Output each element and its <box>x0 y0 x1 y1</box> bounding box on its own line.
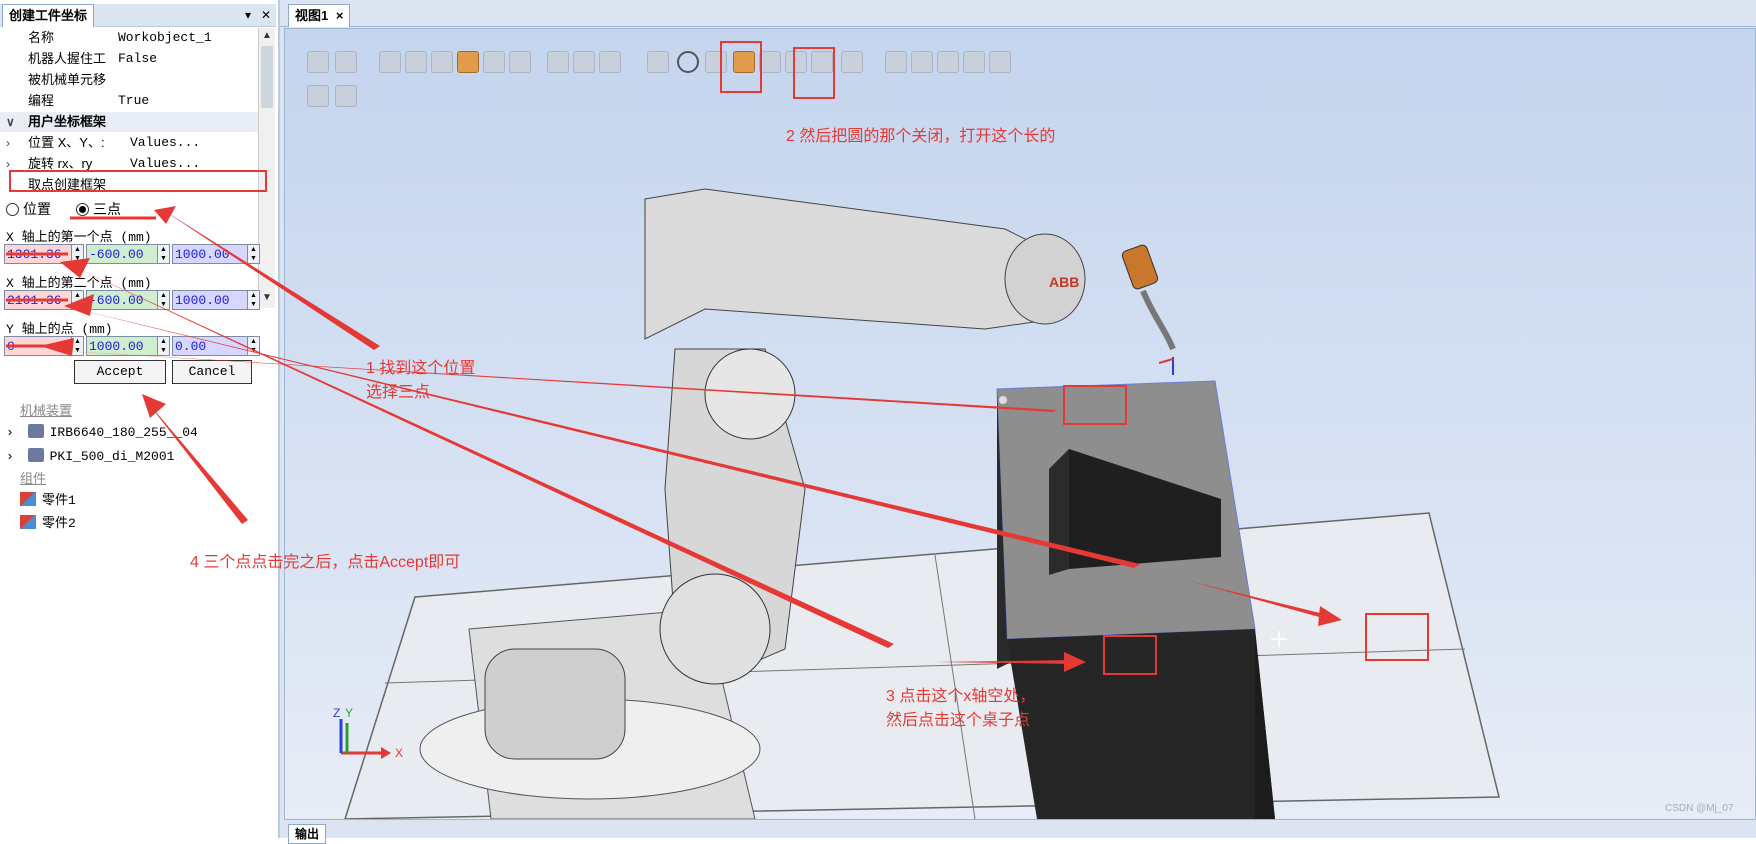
y-label: Y 轴上的点 (mm) <box>6 322 113 337</box>
tree-item-robot[interactable]: › IRB6640_180_255__04 <box>6 422 198 444</box>
scroll-thumb[interactable] <box>261 46 273 108</box>
panel-title[interactable]: 创建工件坐标 <box>2 4 95 27</box>
spinner-icon[interactable]: ▲ ▼ <box>72 244 84 264</box>
prop-row-pick-points[interactable]: 取点创建框架 <box>0 175 258 195</box>
axis-z-label: Z <box>333 706 340 720</box>
tab-close-icon[interactable]: × <box>336 8 344 23</box>
spinner-icon[interactable]: ▲ ▼ <box>248 336 260 356</box>
part-icon <box>20 492 36 506</box>
prop-key: 机器人握住工 <box>28 51 107 66</box>
robot-brand-logo: ABB <box>1049 274 1079 290</box>
tcp-axis <box>1158 358 1174 364</box>
prop-row-robot-holds[interactable]: 机器人握住工 False <box>0 49 258 69</box>
expand-chevron-icon[interactable]: › <box>6 154 10 174</box>
robot-joint-1 <box>659 573 771 685</box>
create-workobject-panel: 创建工件坐标 ▾ ✕ 名称 Workobject_1 机器人握住工 False … <box>0 0 280 838</box>
prop-value[interactable]: Workobject_1 <box>118 28 212 48</box>
prop-value[interactable]: True <box>118 91 149 111</box>
robot-motor <box>484 648 626 760</box>
section-title: 用户坐标框架 <box>28 114 107 129</box>
view-tab-bar: 视图1 × <box>280 4 1756 27</box>
robot-icon <box>27 424 44 438</box>
x1-y-field[interactable]: -600.00 <box>86 244 158 264</box>
spinner-icon[interactable]: ▲ ▼ <box>72 336 84 356</box>
welding-torch <box>1121 244 1159 290</box>
panel-header: 创建工件坐标 ▾ ✕ <box>0 4 276 27</box>
spinner-icon[interactable]: ▲ ▼ <box>72 290 84 310</box>
prop-row-moved-by[interactable]: 被机械单元移 <box>0 70 258 90</box>
radio-three-points-label: 三点 <box>93 201 121 217</box>
spinner-icon[interactable]: ▲ ▼ <box>248 290 260 310</box>
x2-z-field[interactable]: 1000.00 <box>172 290 248 310</box>
prop-key: 编程 <box>28 93 55 108</box>
x1-x-field[interactable]: 1301.36 <box>4 244 72 264</box>
prop-row-name[interactable]: 名称 Workobject_1 <box>0 28 258 48</box>
torch-neck <box>1140 289 1176 351</box>
tree-item-part2[interactable]: 零件2 <box>20 513 76 535</box>
prop-key: 取点创建框架 <box>28 177 107 192</box>
x1-label: X 轴上的第一个点 (mm) <box>6 230 152 245</box>
x2-label: X 轴上的第二个点 (mm) <box>6 276 152 291</box>
table-corner-point <box>999 396 1007 404</box>
prop-key: 被机械单元移 <box>28 72 107 87</box>
annotation-step1-line2: 选择三点 <box>366 384 431 401</box>
radio-position[interactable]: 位置 <box>6 200 51 218</box>
annotation-step3-line1: 3 点击这个x轴空处， <box>886 688 1036 705</box>
scroll-up-icon[interactable]: ▲ <box>259 28 275 44</box>
tree-item-part1[interactable]: 零件1 <box>20 490 76 512</box>
radio-on-icon[interactable] <box>76 203 89 216</box>
annotation-step3-line2: 然后点击这个桌子点 <box>886 712 1031 729</box>
prop-key: 名称 <box>28 30 55 45</box>
radio-off-icon[interactable] <box>6 203 19 216</box>
spinner-icon[interactable]: ▲ ▼ <box>158 244 170 264</box>
table-step-side <box>1049 449 1069 575</box>
expand-chevron-icon[interactable]: › <box>6 425 14 440</box>
y-y-field[interactable]: 1000.00 <box>86 336 158 356</box>
annotation-step1-line1: 1 找到这个位置 <box>366 360 476 377</box>
panel-menu-icon[interactable]: ▾ <box>240 6 256 24</box>
x2-y-field[interactable]: -600.00 <box>86 290 158 310</box>
robot-upper-arm <box>644 188 1056 340</box>
tab-output[interactable]: 输出 <box>288 824 327 844</box>
expand-chevron-icon[interactable]: › <box>6 133 10 153</box>
scroll-down-icon[interactable]: ▼ <box>259 290 275 306</box>
accept-button[interactable]: Accept <box>74 360 166 384</box>
prop-value[interactable]: Values... <box>130 154 200 174</box>
axis-y-label: Y <box>345 706 353 720</box>
radio-position-label: 位置 <box>23 201 51 217</box>
tree-item-tool[interactable]: › PKI_500_di_M2001 <box>6 446 174 468</box>
table-front-face <box>1007 629 1275 819</box>
tool-icon <box>27 448 44 462</box>
spinner-icon[interactable]: ▲ ▼ <box>158 336 170 356</box>
section-user-frame[interactable]: ∨ 用户坐标框架 <box>0 112 258 132</box>
annotation-step2: 2 然后把圆的那个关闭，打开这个长的 <box>786 128 1056 145</box>
prop-key: 旋转 rx、ry <box>28 156 93 171</box>
y-z-field[interactable]: 0.00 <box>172 336 248 356</box>
prop-key: 位置 X、Y、: <box>28 135 105 150</box>
spinner-icon[interactable]: ▲ ▼ <box>248 244 260 264</box>
prop-row-programmed[interactable]: 编程 True <box>0 91 258 111</box>
part-icon <box>20 515 36 529</box>
annotation-step4: 4 三个点点击完之后，点击Accept即可 <box>190 554 461 571</box>
x1-z-field[interactable]: 1000.00 <box>172 244 248 264</box>
tab-view1[interactable]: 视图1 × <box>288 4 351 27</box>
prop-value[interactable]: Values... <box>130 133 200 153</box>
prop-row-rotation[interactable]: › 旋转 rx、ry Values... <box>0 154 258 174</box>
prop-row-position[interactable]: › 位置 X、Y、: Values... <box>0 133 258 153</box>
watermark: CSDN @Mj_07 <box>1665 803 1734 814</box>
cancel-button[interactable]: Cancel <box>172 360 252 384</box>
spinner-icon[interactable]: ▲ ▼ <box>158 290 170 310</box>
y-x-field[interactable]: 0 <box>4 336 72 356</box>
axis-x-label: X <box>395 746 403 760</box>
robot-joint-2 <box>704 348 796 440</box>
prop-value[interactable]: False <box>118 49 157 69</box>
radio-three-points[interactable]: 三点 <box>76 200 121 218</box>
panel-close-icon[interactable]: ✕ <box>258 6 274 24</box>
tree-category-mechanism: 机械装置 <box>20 403 73 418</box>
collapse-chevron-icon[interactable]: ∨ <box>6 112 15 132</box>
tree-category-component: 组件 <box>20 471 47 486</box>
x2-x-field[interactable]: 2101.36 <box>4 290 72 310</box>
expand-chevron-icon[interactable]: › <box>6 449 14 464</box>
property-scrollbar[interactable]: ▲ ▼ <box>258 28 275 308</box>
